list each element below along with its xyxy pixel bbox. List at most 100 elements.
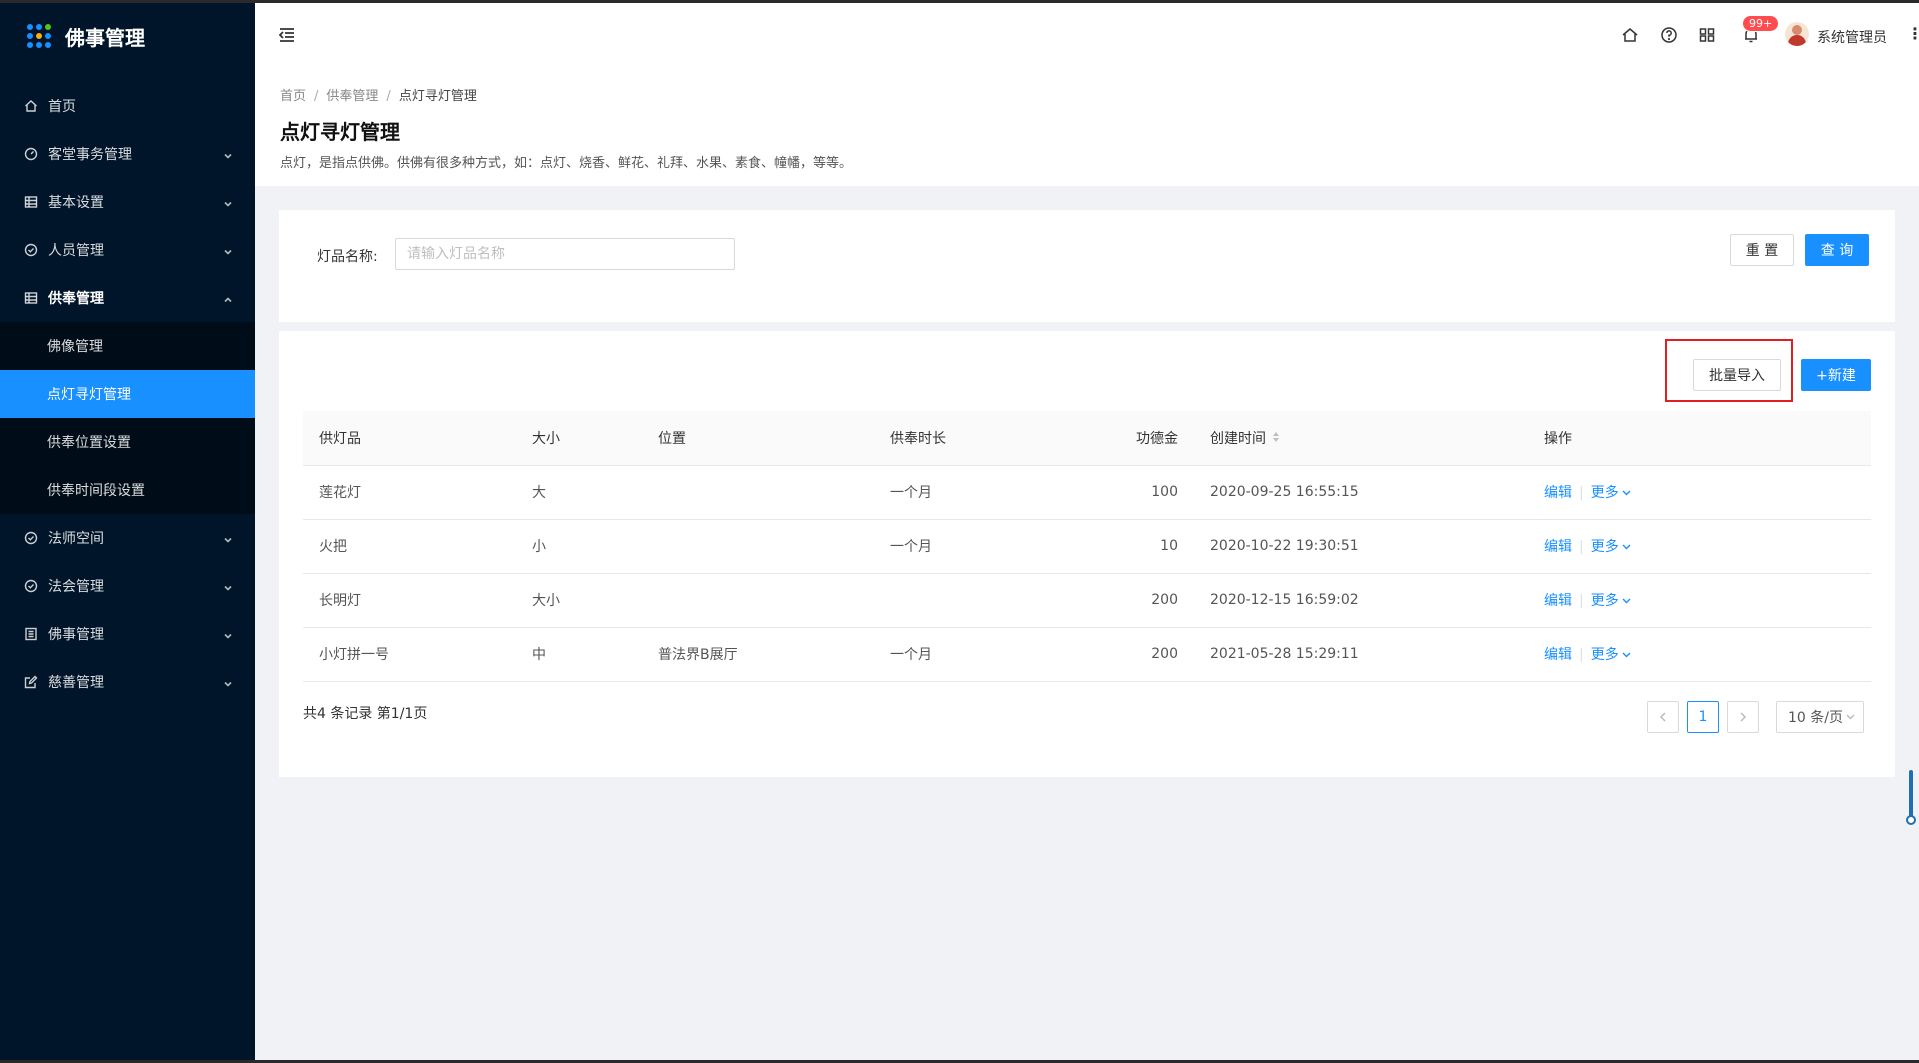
- page-header: 首页 / 供奉管理 / 点灯寻灯管理 点灯寻灯管理 点灯，是指点供佛。供佛有很多种方式，…: [255, 68, 1919, 186]
- lamp-name-input[interactable]: [395, 238, 735, 270]
- chevron-down-icon: [223, 149, 233, 159]
- column-header-created[interactable]: 创建时间: [1194, 411, 1528, 466]
- highlight-box: [1665, 339, 1793, 402]
- sidebar-item-master-space[interactable]: 法师空间: [0, 514, 255, 562]
- sidebar-item-label: 首页: [48, 99, 76, 115]
- table-row: 莲花灯 大 一个月 100 2020-09-25 16:55:15 编辑 | 更多: [303, 465, 1871, 520]
- page-description: 点灯，是指点供佛。供佛有很多种方式，如：点灯、烧香、鲜花、礼拜、水果、素食、幢幡…: [280, 156, 853, 171]
- edit-link[interactable]: 编辑: [1544, 485, 1572, 501]
- lamp-table: 供灯品 大小 位置 供奉时长 功德金 创建时间 操作 莲花灯 大 一个月 100…: [303, 411, 1871, 682]
- cell-amount: 10: [1074, 519, 1194, 574]
- cell-created: 2020-09-25 16:55:15: [1194, 465, 1528, 520]
- scrollbar-knob[interactable]: [1906, 815, 1916, 825]
- table-header-row: 供灯品 大小 位置 供奉时长 功德金 创建时间 操作: [303, 411, 1871, 466]
- chevron-down-icon: [223, 245, 233, 255]
- sort-icon[interactable]: [1272, 431, 1280, 447]
- chevron-down-icon: [1622, 652, 1631, 658]
- home-icon[interactable]: [1621, 26, 1639, 44]
- reset-button[interactable]: 重 置: [1730, 234, 1794, 266]
- check-circle-icon: [24, 531, 38, 545]
- sidebar-item-label: 法师空间: [48, 531, 104, 547]
- edit-link[interactable]: 编辑: [1544, 593, 1572, 609]
- sidebar-item-personnel[interactable]: 人员管理: [0, 226, 255, 274]
- sidebar-item-label: 点灯寻灯管理: [47, 387, 131, 403]
- notification-badge: 99+: [1742, 15, 1780, 32]
- breadcrumb: 首页 / 供奉管理 / 点灯寻灯管理: [280, 89, 477, 104]
- layout-grid-icon[interactable]: [1698, 26, 1716, 44]
- cell-amount: 200: [1074, 627, 1194, 682]
- new-button[interactable]: +新建: [1801, 359, 1871, 391]
- more-link[interactable]: 更多: [1591, 647, 1631, 663]
- avatar[interactable]: [1785, 22, 1809, 46]
- menu-fold-icon[interactable]: [277, 25, 297, 45]
- next-page-button[interactable]: [1727, 701, 1759, 733]
- chevron-right-icon: [1740, 712, 1747, 722]
- table-row: 长明灯 大小 200 2020-12-15 16:59:02 编辑 | 更多: [303, 573, 1871, 628]
- sidebar-item-home[interactable]: 首页: [0, 82, 255, 130]
- breadcrumb-home[interactable]: 首页: [280, 89, 306, 104]
- chevron-down-icon: [1622, 598, 1631, 604]
- page-size-select[interactable]: 10 条/页: [1776, 701, 1864, 733]
- home-icon: [24, 99, 38, 113]
- sidebar-item-charity[interactable]: 慈善管理: [0, 658, 255, 706]
- sidebar-item-buddha-statues[interactable]: 佛像管理: [0, 322, 255, 370]
- sidebar-item-offering-locations[interactable]: 供奉位置设置: [0, 418, 255, 466]
- page-number-button[interactable]: 1: [1687, 701, 1719, 733]
- column-header-lamp: 供灯品: [303, 411, 516, 466]
- breadcrumb-current: 点灯寻灯管理: [398, 89, 477, 104]
- help-icon[interactable]: [1660, 26, 1678, 44]
- sidebar-item-offering-periods[interactable]: 供奉时间段设置: [0, 466, 255, 514]
- chevron-down-icon: [1622, 544, 1631, 550]
- table-card: 批量导入 +新建 供灯品 大小 位置 供奉时长 功德金 创建时间 操作 莲花灯 …: [279, 331, 1895, 777]
- cell-location: [642, 519, 874, 574]
- sidebar-item-hall-affairs[interactable]: 客堂事务管理: [0, 130, 255, 178]
- sidebar-item-label: 基本设置: [48, 195, 104, 211]
- table-row: 火把 小 一个月 10 2020-10-22 19:30:51 编辑 | 更多: [303, 519, 1871, 574]
- form-icon: [24, 675, 38, 689]
- sidebar-item-dharma-assembly[interactable]: 法会管理: [0, 562, 255, 610]
- cell-lamp: 长明灯: [303, 573, 516, 628]
- cell-duration: 一个月: [874, 465, 1074, 520]
- sidebar-item-label: 供奉管理: [48, 291, 104, 307]
- more-link[interactable]: 更多: [1591, 539, 1631, 555]
- sidebar-item-label: 法会管理: [48, 579, 104, 595]
- chevron-down-icon: [1846, 714, 1855, 720]
- chevron-down-icon: [223, 677, 233, 687]
- breadcrumb-offerings[interactable]: 供奉管理: [326, 89, 378, 104]
- prev-page-button[interactable]: [1647, 701, 1679, 733]
- column-header-duration: 供奉时长: [874, 411, 1074, 466]
- cell-duration: [874, 573, 1074, 628]
- more-link[interactable]: 更多: [1591, 485, 1631, 501]
- sidebar-item-label: 供奉时间段设置: [47, 483, 145, 499]
- cell-actions: 编辑 | 更多: [1528, 627, 1871, 682]
- sidebar-item-label: 供奉位置设置: [47, 435, 131, 451]
- more-vertical-icon[interactable]: ⋮: [1907, 26, 1919, 42]
- chevron-down-icon: [223, 197, 233, 207]
- edit-link[interactable]: 编辑: [1544, 539, 1572, 555]
- sidebar-item-basic-settings[interactable]: 基本设置: [0, 178, 255, 226]
- column-header-actions: 操作: [1528, 411, 1871, 466]
- cell-size: 大小: [516, 573, 642, 628]
- column-header-size: 大小: [516, 411, 642, 466]
- dashboard-icon: [24, 147, 38, 161]
- sidebar-item-label: 人员管理: [48, 243, 104, 259]
- sidebar-item-offerings[interactable]: 供奉管理: [0, 274, 255, 322]
- check-circle-icon: [24, 243, 38, 257]
- cell-size: 大: [516, 465, 642, 520]
- table-icon: [24, 195, 38, 209]
- sidebar-item-label: 佛像管理: [47, 339, 103, 355]
- more-link[interactable]: 更多: [1591, 593, 1631, 609]
- logo[interactable]: 佛事管理: [0, 0, 255, 72]
- table-row: 小灯拼一号 中 普法界B展厅 一个月 200 2021-05-28 15:29:…: [303, 627, 1871, 682]
- edit-link[interactable]: 编辑: [1544, 647, 1572, 663]
- lamp-name-label: 灯品名称:: [317, 249, 378, 265]
- column-header-amount: 功德金: [1074, 411, 1194, 466]
- sidebar-item-lamp-management[interactable]: 点灯寻灯管理: [0, 370, 255, 418]
- chevron-down-icon: [223, 533, 233, 543]
- username[interactable]: 系统管理员: [1817, 27, 1887, 47]
- query-button[interactable]: 查 询: [1805, 234, 1869, 266]
- window-top-border: [0, 0, 1919, 3]
- sidebar-item-buddhist-affairs[interactable]: 佛事管理: [0, 610, 255, 658]
- cell-lamp: 小灯拼一号: [303, 627, 516, 682]
- cell-amount: 100: [1074, 465, 1194, 520]
